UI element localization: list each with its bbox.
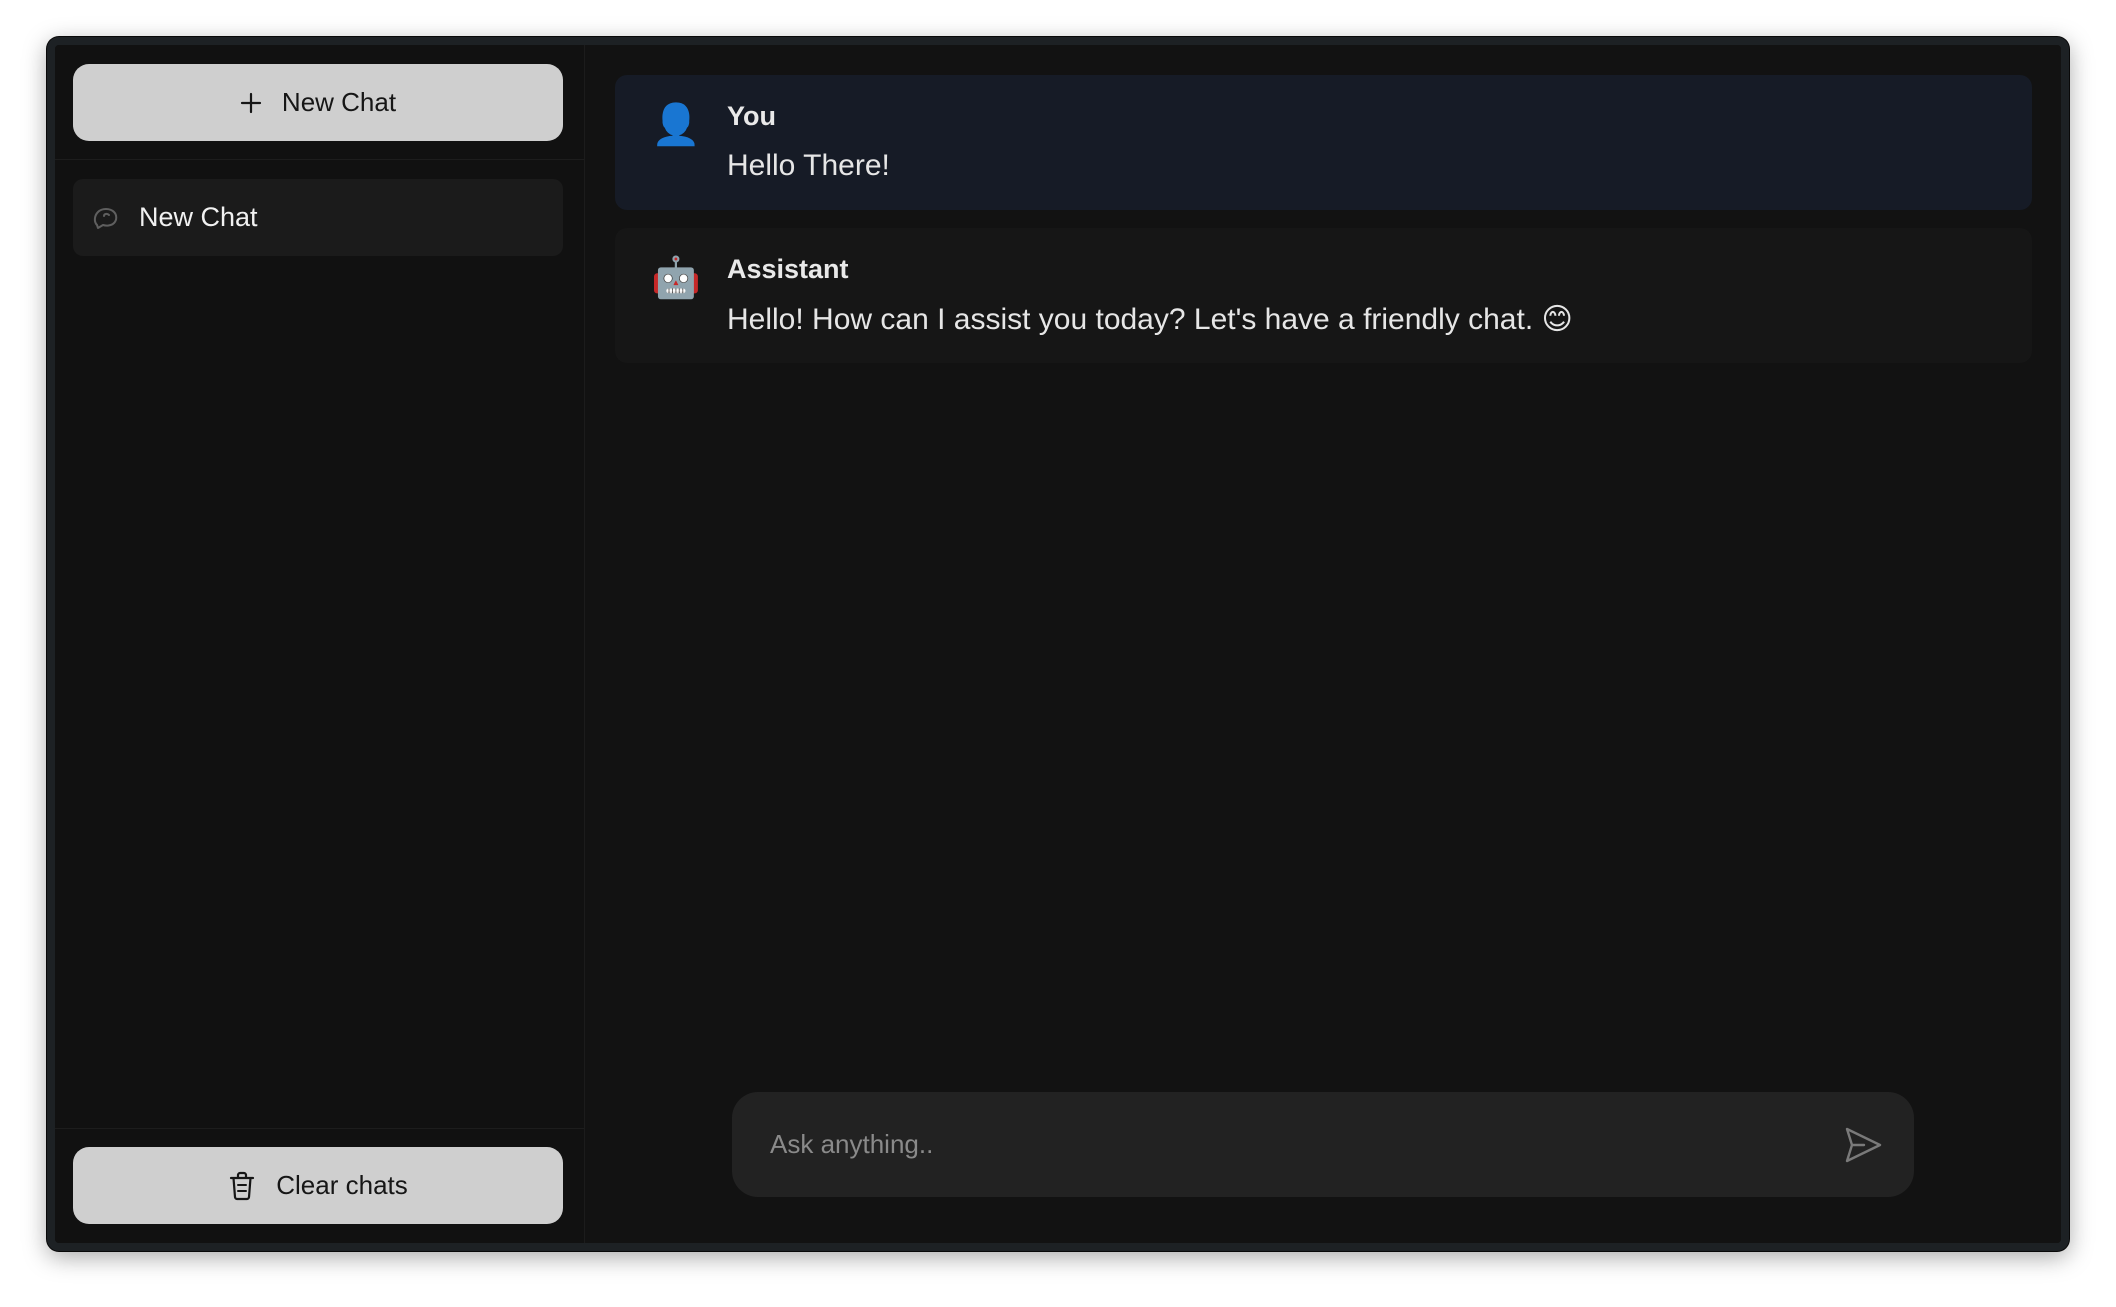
clear-chats-button-label: Clear chats (276, 1170, 408, 1200)
message-user: 👤 You Hello There! (615, 75, 2032, 210)
clear-chats-button[interactable]: Clear chats (73, 1147, 563, 1224)
plus-icon (240, 92, 262, 114)
sidebar-header: New Chat (55, 45, 584, 160)
message-author: Assistant (727, 254, 849, 284)
chat-list-item[interactable]: New Chat (73, 179, 563, 256)
send-icon[interactable] (1842, 1124, 1884, 1166)
chat-list-item-label: New Chat (139, 202, 258, 232)
chat-area: 👤 You Hello There! 🤖 Assistant Hello! Ho… (585, 45, 2061, 1243)
new-chat-button-label: New Chat (281, 87, 397, 117)
robot-icon: 🤖 (651, 256, 701, 300)
sidebar-footer: Clear chats (55, 1128, 584, 1243)
chat-bubble-icon (91, 203, 121, 233)
message-text: Hello There! (727, 149, 890, 182)
user-icon: 👤 (651, 103, 701, 147)
app-window: New Chat New Chat Clear chats 👤 You Hell… (47, 37, 2069, 1251)
new-chat-button[interactable]: New Chat (73, 64, 563, 141)
message-author: You (727, 101, 776, 131)
chat-list: New Chat (55, 160, 584, 1128)
trash-icon (228, 1171, 256, 1201)
message-input[interactable] (770, 1129, 1842, 1160)
sidebar: New Chat New Chat Clear chats (55, 45, 585, 1243)
message-assistant: 🤖 Assistant Hello! How can I assist you … (615, 228, 2032, 363)
message-text: Hello! How can I assist you today? Let's… (727, 303, 1573, 336)
message-composer (732, 1092, 1914, 1197)
